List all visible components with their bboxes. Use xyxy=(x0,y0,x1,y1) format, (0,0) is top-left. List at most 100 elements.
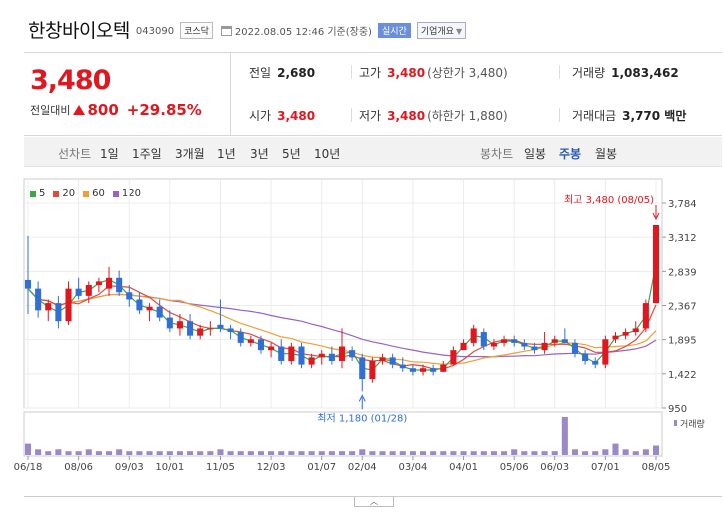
volume-bar xyxy=(187,451,194,455)
volume-bar xyxy=(470,451,477,455)
volume-bar xyxy=(197,451,204,455)
candle-body xyxy=(217,324,224,329)
volume-bar xyxy=(156,451,163,455)
price-change: 전일대비 800 +29.85% xyxy=(30,101,202,119)
chart-tabs: 선차트 1일 1주일 3개월 1년 3년 5년 10년 봉차트 일봉 주봉 월봉 xyxy=(24,137,722,167)
x-tick-label: 06/03 xyxy=(540,462,569,473)
candle-body xyxy=(602,339,609,365)
candle-body xyxy=(105,277,113,289)
volume-bar xyxy=(116,449,123,455)
candle-body xyxy=(419,368,427,372)
volume-bar xyxy=(642,449,649,455)
open-value: 3,480 xyxy=(277,109,316,123)
tab-line-chart[interactable]: 선차트 xyxy=(58,145,91,162)
quote-panel: 3,480 전일대비 800 +29.85% 전일 2,680 고가 3,480 (상… xyxy=(24,52,722,136)
realtime-button[interactable]: 실시간 xyxy=(377,23,411,38)
volume-bar xyxy=(480,451,487,455)
volume-bar xyxy=(166,451,173,455)
candle-body xyxy=(480,332,487,347)
stock-header: 한창바이오텍 043090 코스닥 2022.08.05 12:46 기준(장중… xyxy=(28,14,467,44)
price-chart[interactable]: 3,784 3,312 2,839 2,367 1,895 1,422 950 06/18 08… xyxy=(0,168,724,508)
amount-value: 3,770 백만 xyxy=(622,109,687,123)
high-price: 고가 3,480 (상한가 3,480) xyxy=(359,64,508,81)
candle-body xyxy=(490,342,497,347)
candle-body xyxy=(298,346,305,365)
candle-body xyxy=(511,339,518,343)
volume-bar xyxy=(490,451,497,455)
candle-body xyxy=(268,346,275,351)
volume-bar xyxy=(450,451,457,455)
tab-period-1d[interactable]: 1일 xyxy=(100,145,119,162)
x-tick-label: 10/01 xyxy=(155,462,184,473)
candle-body xyxy=(359,357,366,380)
volume-bar xyxy=(511,449,518,455)
x-tick-label: 08/05 xyxy=(642,462,671,473)
tab-period-3m[interactable]: 3개월 xyxy=(175,145,205,162)
x-tick-label: 12/03 xyxy=(257,462,286,473)
candle-body xyxy=(207,328,214,330)
company-info-dropdown[interactable]: 기업개요 ▼ xyxy=(416,22,467,39)
change-rate: +29.85% xyxy=(126,101,202,119)
candle-body xyxy=(571,342,579,354)
high-value: 3,480 xyxy=(387,66,426,80)
calendar-icon xyxy=(220,25,232,36)
volume-bar xyxy=(602,449,609,455)
candle-body xyxy=(308,357,315,365)
candle-body xyxy=(642,303,649,329)
chart-scrollbar[interactable]: ︿ xyxy=(24,496,722,508)
y-tick-label: 2,839 xyxy=(668,267,697,278)
volume-bar xyxy=(501,451,508,455)
volume-bar xyxy=(592,451,599,455)
volume-bar xyxy=(561,417,568,455)
candle-body xyxy=(409,368,416,372)
tab-monthly[interactable]: 월봉 xyxy=(595,145,617,162)
y-tick-label: 2,367 xyxy=(668,302,697,313)
tab-period-5y[interactable]: 5년 xyxy=(282,145,301,162)
volume-bar xyxy=(308,451,315,455)
tab-period-10y[interactable]: 10년 xyxy=(314,145,340,162)
volume-bar xyxy=(582,451,589,455)
candle-body xyxy=(632,328,639,333)
volume-bar xyxy=(318,451,325,455)
volume-bar xyxy=(359,449,366,455)
candle-body xyxy=(146,306,153,311)
low-value: 3,480 xyxy=(387,109,426,123)
prev-close-label: 전일 xyxy=(249,66,272,80)
chevron-up-icon[interactable]: ︿ xyxy=(354,497,394,507)
volume-bar xyxy=(622,449,629,455)
candle-body xyxy=(95,281,102,286)
volume-bar xyxy=(612,443,619,455)
candle-body xyxy=(440,364,447,372)
tab-weekly[interactable]: 주봉 xyxy=(559,145,581,162)
tab-period-1y[interactable]: 1년 xyxy=(217,145,236,162)
change-value: 800 xyxy=(87,101,119,119)
volume-bar xyxy=(379,451,386,455)
volume-bar xyxy=(409,451,416,455)
tab-period-1w[interactable]: 1주일 xyxy=(132,145,162,162)
candle-body xyxy=(187,321,194,336)
y-tick-label: 1,895 xyxy=(668,336,697,347)
volume-bar xyxy=(146,451,153,455)
upper-limit: (상한가 3,480) xyxy=(427,66,508,80)
x-tick-label: 09/03 xyxy=(115,462,144,473)
candle-body xyxy=(156,306,163,318)
candle-body xyxy=(460,342,467,351)
x-tick-label: 05/06 xyxy=(500,462,529,473)
y-tick-label: 3,312 xyxy=(668,233,697,244)
x-tick-label: 07/01 xyxy=(591,462,620,473)
volume-bar xyxy=(278,451,285,455)
tab-candle-chart[interactable]: 봉차트 xyxy=(480,145,513,162)
candle-body xyxy=(318,353,325,358)
quote-datetime: 2022.08.05 12:46 기준(장중) xyxy=(234,27,372,38)
candle-body xyxy=(561,339,568,343)
candle-body xyxy=(55,303,62,322)
high-label: 고가 xyxy=(359,66,382,80)
candle-body xyxy=(288,346,295,361)
tab-period-3y[interactable]: 3년 xyxy=(250,145,269,162)
tab-daily[interactable]: 일봉 xyxy=(524,145,546,162)
separator xyxy=(351,108,352,122)
prev-close: 전일 2,680 xyxy=(249,64,315,81)
y-tick-label: 3,784 xyxy=(668,199,697,210)
volume-bar xyxy=(521,451,528,455)
candle-body xyxy=(521,342,528,347)
